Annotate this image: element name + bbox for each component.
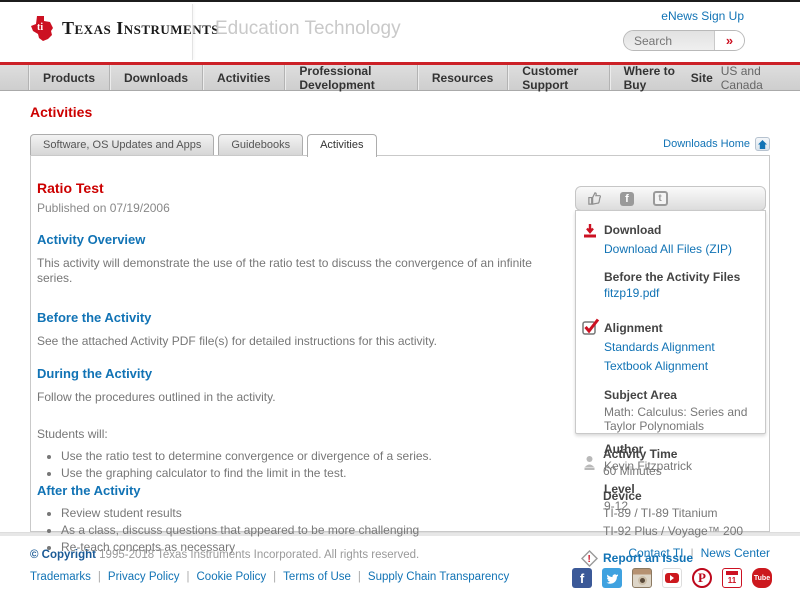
- activity-sidebar: f t Download Download All Files (ZIP) Be…: [575, 186, 766, 565]
- activity-title: Ratio Test: [37, 180, 562, 196]
- youtube-icon[interactable]: [662, 568, 682, 588]
- twitter-share-icon[interactable]: t: [652, 191, 668, 207]
- after-bullet: Re-teach concepts as necessary: [61, 540, 562, 554]
- downloads-tabs: Software, OS Updates and Apps Guidebooks…: [0, 132, 800, 155]
- svg-text:!: !: [588, 554, 591, 565]
- download-section: Download Download All Files (ZIP) Before…: [576, 223, 759, 301]
- before-heading: Before the Activity: [37, 310, 562, 325]
- division-title: Education Technology: [215, 18, 401, 40]
- downloads-home[interactable]: Downloads Home: [663, 137, 770, 151]
- site-label: Site: [691, 71, 713, 85]
- tube-icon[interactable]: Tube: [752, 568, 772, 588]
- nav-item-professional-development[interactable]: Professional Development: [284, 65, 417, 90]
- textbook-alignment-link[interactable]: Textbook Alignment: [604, 359, 759, 374]
- students-intro: Students will:: [37, 427, 562, 441]
- facebook-icon[interactable]: f: [572, 568, 592, 588]
- nav-item-products[interactable]: Products: [28, 65, 109, 90]
- twitter-icon[interactable]: [602, 568, 622, 588]
- nav-item-downloads[interactable]: Downloads: [109, 65, 202, 90]
- report-issue-icon: !: [581, 550, 599, 568]
- download-icon: [582, 223, 600, 241]
- level-section: Level 9-12: [576, 482, 759, 513]
- before-text: See the attached Activity PDF file(s) fo…: [37, 334, 562, 349]
- subject-area-label: Subject Area: [604, 388, 759, 403]
- subject-area-section: Subject Area Math: Calculus: Series and …: [576, 388, 759, 433]
- author-section: Author Kevin Fitzpatrick: [576, 442, 759, 473]
- report-issue-link[interactable]: Report an Issue: [603, 551, 693, 565]
- home-icon[interactable]: [755, 137, 770, 151]
- published-date: Published on 07/19/2006: [37, 201, 562, 215]
- search-submit-icon: »: [726, 33, 733, 48]
- tab-activities[interactable]: Activities: [307, 134, 376, 157]
- enews-signup-link[interactable]: eNews Sign Up: [661, 9, 744, 23]
- during-heading: During the Activity: [37, 366, 562, 381]
- nav-item-customer-support[interactable]: Customer Support: [507, 65, 608, 90]
- downloads-home-link[interactable]: Downloads Home: [663, 138, 750, 150]
- page-title: Activities: [30, 104, 800, 120]
- facebook-share-icon[interactable]: f: [619, 191, 635, 207]
- ti-texas-logo-icon: ti: [30, 15, 54, 41]
- like-icon[interactable]: [586, 191, 602, 207]
- supply-chain-link[interactable]: Supply Chain Transparency: [368, 571, 509, 583]
- level-label: Level: [604, 482, 759, 497]
- device-value-2: TI-92 Plus / Voyage™ 200: [603, 524, 766, 538]
- main-nav: Products Downloads Activities Profession…: [0, 65, 800, 91]
- subject-area-value: Math: Calculus: Series and Taylor Polyno…: [604, 405, 759, 433]
- author-icon: [582, 455, 600, 473]
- alignment-label: Alignment: [604, 321, 759, 336]
- overview-heading: Activity Overview: [37, 232, 562, 247]
- download-label: Download: [604, 223, 759, 238]
- tab-guidebooks[interactable]: Guidebooks: [218, 134, 303, 155]
- alignment-checkbox-icon: [582, 318, 600, 336]
- report-issue-row: ! Report an Issue: [575, 551, 766, 565]
- trademarks-link[interactable]: Trademarks: [30, 571, 91, 583]
- overview-text: This activity will demonstrate the use o…: [37, 256, 562, 286]
- brand-name: TEXAS INSTRUMENTS: [62, 18, 219, 39]
- before-files-label: Before the Activity Files: [604, 270, 759, 285]
- during-text: Follow the procedures outlined in the ac…: [37, 390, 562, 405]
- svg-text:ti: ti: [37, 22, 43, 33]
- search-box: »: [623, 30, 745, 51]
- search-submit-button[interactable]: »: [714, 31, 744, 50]
- activity-article: Ratio Test Published on 07/19/2006 Activ…: [37, 180, 562, 557]
- nav-item-resources[interactable]: Resources: [417, 65, 507, 90]
- after-bullet: As a class, discuss questions that appea…: [61, 523, 562, 537]
- privacy-policy-link[interactable]: Privacy Policy: [108, 571, 180, 583]
- footer-social-icons: f P 11 Tube: [572, 568, 772, 588]
- students-bullet-list: Use the ratio test to determine converge…: [37, 449, 562, 480]
- author-label: Author: [604, 442, 759, 457]
- cookie-policy-link[interactable]: Cookie Policy: [197, 571, 267, 583]
- author-value: Kevin Fitzpatrick: [604, 459, 759, 473]
- header-divider: [192, 4, 193, 60]
- tab-software-os-updates[interactable]: Software, OS Updates and Apps: [30, 134, 214, 155]
- activity-details-box: Download Download All Files (ZIP) Before…: [575, 210, 766, 434]
- after-bullet: Review student results: [61, 506, 562, 520]
- share-toolbar: f t: [575, 186, 766, 211]
- search-input[interactable]: [624, 31, 714, 50]
- students-bullet: Use the graphing calculator to find the …: [61, 466, 562, 480]
- nav-item-where-to-buy[interactable]: Where to Buy: [609, 65, 691, 90]
- level-value: 9-12: [604, 499, 759, 513]
- tab-content-panel: Ratio Test Published on 07/19/2006 Activ…: [30, 155, 770, 532]
- download-all-files-link[interactable]: Download All Files (ZIP): [604, 242, 759, 257]
- site-value: US and Canada: [721, 64, 770, 92]
- activity-file-link[interactable]: fitzp19.pdf: [604, 286, 759, 301]
- ti-logo[interactable]: ti TEXAS INSTRUMENTS: [30, 15, 219, 41]
- ti-calculator-icon[interactable]: 11: [722, 568, 742, 588]
- pinterest-icon[interactable]: P: [692, 568, 712, 588]
- after-heading: After the Activity: [37, 483, 562, 498]
- terms-of-use-link[interactable]: Terms of Use: [283, 571, 351, 583]
- alignment-section: Alignment Standards Alignment Textbook A…: [576, 321, 759, 374]
- students-bullet: Use the ratio test to determine converge…: [61, 449, 562, 463]
- site-selector[interactable]: Site US and Canada: [691, 65, 770, 90]
- legal-links: Trademarks|Privacy Policy|Cookie Policy|…: [30, 571, 509, 583]
- after-bullet-list: Review student results As a class, discu…: [37, 506, 562, 554]
- nav-item-activities[interactable]: Activities: [202, 65, 284, 90]
- instagram-icon[interactable]: [632, 568, 652, 588]
- standards-alignment-link[interactable]: Standards Alignment: [604, 340, 759, 355]
- site-header: ti TEXAS INSTRUMENTS Education Technolog…: [0, 2, 800, 62]
